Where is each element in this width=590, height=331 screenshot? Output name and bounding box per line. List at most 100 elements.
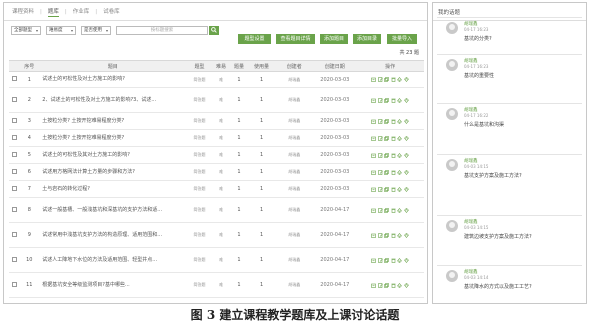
move-up-icon[interactable]	[397, 169, 403, 175]
table-row[interactable]: 2 2、试述土的可松性及对土方施工的影响?3、试述... 简答题难 1 1 胡瑞鑫 2020…	[9, 87, 424, 113]
row-checkbox[interactable]	[12, 206, 18, 212]
search-button[interactable]	[209, 25, 219, 35]
batch-import-button[interactable]: 批量导入	[387, 34, 417, 44]
topic-title[interactable]: 建筑边坡支护方案及施工方法?	[464, 233, 532, 240]
topic-item[interactable]: 胡瑞鑫 04-03 14:15 基坑支护方案及施工方法?	[437, 154, 582, 188]
edit-icon[interactable]	[378, 282, 383, 288]
topic-title[interactable]: 基坑的重要性	[464, 72, 494, 79]
delete-icon[interactable]	[391, 233, 396, 238]
import-icon[interactable]	[371, 136, 377, 141]
edit-icon[interactable]	[378, 77, 383, 82]
tab-homework-bank[interactable]: 作业库	[73, 7, 90, 16]
row-checkbox[interactable]	[12, 168, 18, 174]
edit-icon[interactable]	[378, 169, 383, 175]
table-row[interactable]: 4 土按粒分类? 土按开挖难易程度分类? 简答题难 1 1 胡瑞鑫 2020-03-03	[9, 129, 424, 147]
delete-icon[interactable]	[391, 187, 396, 192]
row-checkbox[interactable]	[12, 185, 18, 191]
table-row[interactable]: 10 试述人工降地下水位的方法及适用范围、轻型井点... 简答题难 1 1 胡瑞鑫 2020…	[9, 247, 424, 273]
edit-icon[interactable]	[378, 186, 383, 192]
row-checkbox[interactable]	[12, 281, 18, 287]
edit-icon[interactable]	[378, 118, 383, 124]
search-input[interactable]: 按标题搜索	[116, 25, 208, 35]
question-title[interactable]: 试述用方格网法计算土方量的步骤和方法?	[38, 163, 188, 181]
table-row[interactable]: 3 土按粒分类? 土按开挖难易程度分类? 简答题难 1 1 胡瑞鑫 2020-03-03	[9, 112, 424, 130]
question-title[interactable]: 根据基坑安全等级监测项目?基中哪些...	[38, 272, 188, 298]
copy-icon[interactable]	[384, 135, 390, 141]
delete-icon[interactable]	[391, 208, 396, 213]
view-question-details-button[interactable]: 查看题目详情	[276, 34, 315, 44]
move-down-icon[interactable]	[403, 282, 409, 288]
copy-icon[interactable]	[384, 152, 390, 158]
table-row[interactable]: 1 试述土的可松性及对土方施工的影响? 简答题难 1 1 胡瑞鑫 2020-03-03	[9, 71, 424, 88]
move-down-icon[interactable]	[403, 186, 409, 192]
add-question-button[interactable]: 添加题目	[320, 34, 348, 44]
move-down-icon[interactable]	[403, 135, 409, 141]
delete-icon[interactable]	[391, 77, 396, 82]
edit-icon[interactable]	[378, 257, 383, 263]
move-down-icon[interactable]	[403, 169, 409, 175]
question-title[interactable]: 试述常用中浅基坑支护方法的构造原理、适用范围和...	[38, 222, 188, 248]
copy-icon[interactable]	[384, 97, 390, 103]
import-icon[interactable]	[371, 283, 377, 288]
topic-title[interactable]: 基坑支护方案及施工方法?	[464, 172, 522, 179]
usage-select[interactable]: 是否使用 ▾	[81, 25, 111, 35]
row-checkbox[interactable]	[12, 117, 18, 123]
delete-icon[interactable]	[391, 170, 396, 175]
copy-icon[interactable]	[384, 282, 390, 288]
edit-icon[interactable]	[378, 232, 383, 238]
copy-icon[interactable]	[384, 118, 390, 124]
move-up-icon[interactable]	[397, 207, 403, 213]
question-title[interactable]: 土按粒分类? 土按开挖难易程度分类?	[38, 112, 188, 130]
row-checkbox[interactable]	[12, 134, 18, 140]
move-up-icon[interactable]	[397, 186, 403, 192]
table-row[interactable]: 9 试述常用中浅基坑支护方法的构造原理、适用范围和... 简答题难 1 1 胡瑞鑫 2020…	[9, 222, 424, 248]
delete-icon[interactable]	[391, 283, 396, 288]
move-down-icon[interactable]	[403, 118, 409, 124]
table-row[interactable]: 7 土与岩石的转化过程? 简答题难 1 1 胡瑞鑫 2020-03-03	[9, 180, 424, 198]
row-checkbox[interactable]	[12, 76, 18, 81]
import-icon[interactable]	[371, 77, 377, 82]
move-down-icon[interactable]	[403, 207, 409, 213]
move-up-icon[interactable]	[397, 77, 403, 82]
type-select[interactable]: 全部题型 ▾	[11, 25, 41, 35]
question-type-settings-button[interactable]: 题型设置	[238, 34, 271, 44]
add-directory-button[interactable]: 添加目录	[353, 34, 381, 44]
question-title[interactable]: 试述土的可松性及对土方施工的影响?	[38, 71, 188, 88]
move-up-icon[interactable]	[397, 97, 403, 103]
import-icon[interactable]	[371, 98, 377, 103]
topic-title[interactable]: 什么是基坑和沟渠	[464, 121, 504, 128]
delete-icon[interactable]	[391, 119, 396, 124]
question-title[interactable]: 试述人工降地下水位的方法及适用范围、轻型井点...	[38, 247, 188, 273]
tab-exam-bank[interactable]: 试卷库	[103, 7, 120, 16]
table-row[interactable]: 11 根据基坑安全等级监测项目?基中哪些... 简答题难 1 1 胡瑞鑫 2020-04-1…	[9, 272, 424, 298]
tab-question-bank[interactable]: 题库	[47, 7, 59, 17]
import-icon[interactable]	[371, 258, 377, 263]
topic-title[interactable]: 基坑的分类?	[464, 35, 492, 42]
difficulty-select[interactable]: 难易度 ▾	[46, 25, 76, 35]
topic-title[interactable]: 基坑降水的方式以及施工工艺?	[464, 283, 532, 290]
move-up-icon[interactable]	[397, 152, 403, 158]
move-up-icon[interactable]	[397, 118, 403, 124]
row-checkbox[interactable]	[12, 231, 18, 237]
delete-icon[interactable]	[391, 153, 396, 158]
import-icon[interactable]	[371, 119, 377, 124]
row-checkbox[interactable]	[12, 151, 18, 157]
edit-icon[interactable]	[378, 97, 383, 103]
row-checkbox[interactable]	[12, 96, 18, 102]
table-row[interactable]: 8 试述一般基槽、一般浅基坑和深基坑的支护方法和适... 简答题难 1 1 胡瑞鑫 2020…	[9, 197, 424, 223]
topic-item[interactable]: 胡瑞鑫 04-03 14:15 建筑边坡支护方案及施工方法?	[437, 215, 582, 249]
copy-icon[interactable]	[384, 77, 390, 82]
question-title[interactable]: 土与岩石的转化过程?	[38, 180, 188, 198]
move-up-icon[interactable]	[397, 257, 403, 263]
import-icon[interactable]	[371, 208, 377, 213]
copy-icon[interactable]	[384, 186, 390, 192]
topic-item[interactable]: 胡瑞鑫 04-03 14:14 基坑降水的方式以及施工工艺?	[437, 265, 582, 299]
topic-item[interactable]: 胡瑞鑫 04-17 16:23 基坑的分类?	[437, 17, 582, 51]
tab-course-materials[interactable]: 课程资料	[12, 7, 34, 16]
row-checkbox[interactable]	[12, 256, 18, 262]
copy-icon[interactable]	[384, 257, 390, 263]
import-icon[interactable]	[371, 233, 377, 238]
copy-icon[interactable]	[384, 207, 390, 213]
edit-icon[interactable]	[378, 135, 383, 141]
topic-item[interactable]: 胡瑞鑫 04-17 16:23 基坑的重要性	[437, 54, 582, 88]
